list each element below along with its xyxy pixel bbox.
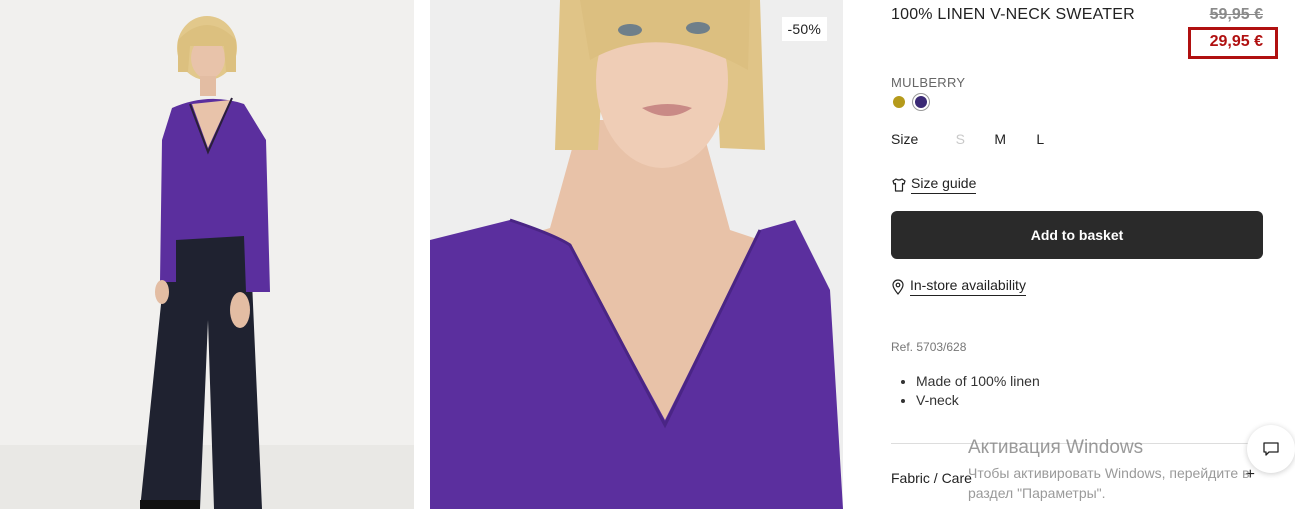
chat-icon [1263, 442, 1279, 456]
size-selector: Size S M L [891, 131, 1060, 147]
add-to-basket-button[interactable]: Add to basket [891, 211, 1263, 259]
section-divider [891, 443, 1263, 444]
color-name: MULBERRY [891, 75, 966, 90]
chat-button[interactable] [1247, 425, 1295, 473]
feature-list: Made of 100% linen V-neck [916, 372, 1040, 410]
discount-badge: -50% [781, 17, 827, 41]
color-swatch-mustard[interactable] [893, 96, 905, 108]
size-guide-link[interactable]: Size guide [891, 175, 977, 194]
size-label: Size [891, 131, 919, 147]
color-swatch-mulberry[interactable] [912, 93, 930, 111]
model-full-body-image [0, 0, 414, 509]
size-option-l[interactable]: L [1020, 131, 1060, 147]
feature-item: Made of 100% linen [916, 372, 1040, 391]
in-store-availability-label: In-store availability [910, 277, 1026, 296]
product-photo-closeup[interactable]: -50% [430, 0, 843, 509]
original-price: 59,95 € [1209, 6, 1263, 23]
product-photo-full-body[interactable] [0, 0, 414, 509]
fabric-care-toggle[interactable]: Fabric / Care [891, 470, 972, 486]
size-guide-label: Size guide [911, 175, 977, 194]
location-pin-icon [892, 278, 904, 295]
product-reference: Ref. 5703/628 [891, 340, 967, 354]
tshirt-icon [892, 177, 906, 192]
feature-item: V-neck [916, 391, 1040, 410]
size-option-m[interactable]: M [980, 131, 1020, 147]
in-store-availability-link[interactable]: In-store availability [891, 277, 1026, 296]
color-swatches [893, 93, 930, 111]
sale-price: 29,95 € [1209, 33, 1263, 50]
product-info-panel: 100% LINEN V-NECK SWEATER 59,95 € 29,95 … [891, 0, 1278, 509]
model-closeup-image [430, 0, 843, 509]
size-option-s[interactable]: S [940, 131, 980, 147]
expand-plus-icon[interactable]: + [1246, 466, 1255, 484]
product-title: 100% LINEN V-NECK SWEATER [891, 6, 1135, 23]
